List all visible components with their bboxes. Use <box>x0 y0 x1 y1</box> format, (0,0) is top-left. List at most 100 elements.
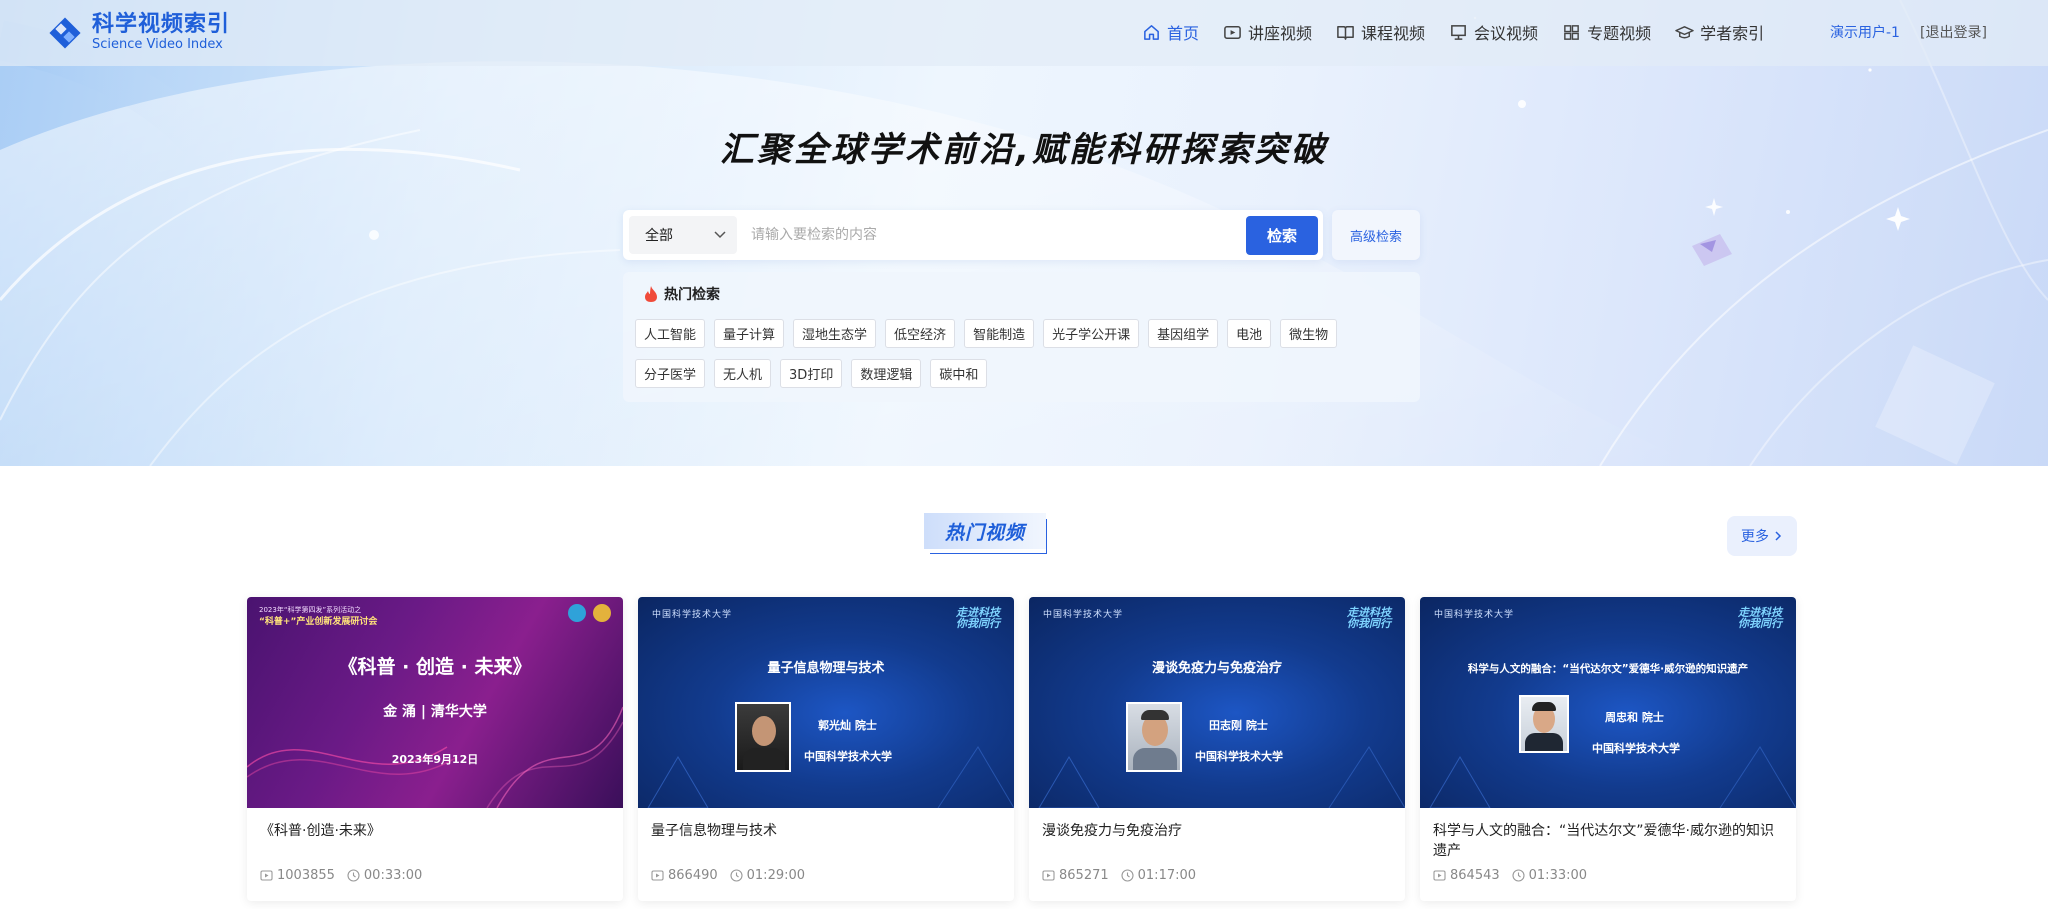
hot-tag[interactable]: 光子学公开课 <box>1043 319 1140 348</box>
current-user[interactable]: 演示用户-1 <box>1830 22 1900 42</box>
search-input[interactable] <box>751 218 1231 252</box>
thumb-badge: 走进科技 你我同行 <box>1738 607 1782 629</box>
logo-diamond-icon <box>49 17 81 49</box>
hot-tag[interactable]: 电池 <box>1227 319 1272 348</box>
nav-conference-label: 会议视频 <box>1474 24 1539 43</box>
thumb-speaker-org: 中国科学技术大学 <box>1195 750 1283 763</box>
hot-tags-row-2: 分子医学 无人机 3D打印 数理逻辑 碳中和 <box>635 359 996 388</box>
video-card[interactable]: 中国科学技术大学 走进科技 你我同行 漫谈免疫力与免疫治疗 田志刚 院士 中国科… <box>1029 597 1405 901</box>
hot-tag[interactable]: 低空经济 <box>885 319 956 348</box>
search-scope-select[interactable]: 全部 <box>629 216 737 254</box>
video-duration: 01:29:00 <box>746 868 806 883</box>
video-views: 866490 <box>668 868 718 883</box>
nav-scholar-label: 学者索引 <box>1700 24 1765 43</box>
more-label: 更多 <box>1741 529 1769 545</box>
thumb-badge: 走进科技 你我同行 <box>1347 607 1391 629</box>
video-thumbnail[interactable]: 2023年“科学第四发”系列活动之 “科普+”产业创新发展研讨会 《科普 · 创… <box>247 597 623 808</box>
nav-home-label: 首页 <box>1167 24 1200 43</box>
logo-title-cn: 科学视频索引 <box>92 12 231 37</box>
hot-tag[interactable]: 湿地生态学 <box>793 319 877 348</box>
hot-tag[interactable]: 量子计算 <box>714 319 785 348</box>
thumb-speaker-name: 周忠和 院士 <box>1605 711 1664 724</box>
hot-videos-title: 热门视频 <box>944 522 1025 544</box>
speaker-portrait <box>735 702 791 772</box>
nav-course-label: 课程视频 <box>1361 24 1426 43</box>
hot-search-title: 热门检索 <box>664 287 720 303</box>
nav-topic-videos[interactable]: 专题视频 <box>1562 20 1651 44</box>
thumb-event-line-2: “科普+”产业创新发展研讨会 <box>259 617 378 627</box>
nav-lecture-videos[interactable]: 讲座视频 <box>1223 20 1312 44</box>
speaker-portrait <box>1126 702 1182 772</box>
hot-tag[interactable]: 人工智能 <box>635 319 706 348</box>
hot-tag[interactable]: 分子医学 <box>635 359 706 388</box>
speaker-portrait <box>1519 695 1569 753</box>
hot-search-heading: 热门检索 <box>643 284 720 304</box>
nav-topic-label: 专题视频 <box>1587 24 1652 43</box>
logout-link[interactable]: [退出登录] <box>1920 22 1987 42</box>
video-meta: 865271 01:17:00 <box>1042 868 1196 883</box>
video-title[interactable]: 漫谈免疫力与免疫治疗 <box>1042 821 1394 841</box>
thumb-speaker-name: 郭光灿 院士 <box>818 719 877 732</box>
video-views: 864543 <box>1450 868 1500 883</box>
video-title[interactable]: 科学与人文的融合：“当代达尔文”爱德华·威尔逊的知识遗产 <box>1433 821 1785 861</box>
thumb-school: 中国科学技术大学 <box>652 610 733 620</box>
thumb-school: 中国科学技术大学 <box>1043 610 1124 620</box>
thumb-badge-line-2: 你我同行 <box>956 617 1000 630</box>
thumb-badge-line-2: 你我同行 <box>1347 617 1391 630</box>
hot-tags-row-1: 人工智能 量子计算 湿地生态学 低空经济 智能制造 光子学公开课 基因组学 电池… <box>635 319 1346 348</box>
video-card[interactable]: 中国科学技术大学 走进科技 你我同行 量子信息物理与技术 郭光灿 院士 中国科学… <box>638 597 1014 901</box>
nav-lecture-label: 讲座视频 <box>1248 24 1313 43</box>
video-duration: 01:33:00 <box>1528 868 1588 883</box>
nav-conference-videos[interactable]: 会议视频 <box>1449 20 1538 44</box>
hot-tag[interactable]: 数理逻辑 <box>851 359 922 388</box>
video-thumbnail[interactable]: 中国科学技术大学 走进科技 你我同行 量子信息物理与技术 郭光灿 院士 中国科学… <box>638 597 1014 808</box>
fire-icon <box>645 286 657 302</box>
hot-tag[interactable]: 微生物 <box>1280 319 1338 348</box>
book-icon <box>1337 25 1354 40</box>
thumb-speaker: 金 涌 | 清华大学 <box>383 704 487 720</box>
video-duration-wrap: 01:29:00 <box>730 868 805 883</box>
clock-icon <box>347 869 360 882</box>
more-videos-button[interactable]: 更多 <box>1727 516 1797 556</box>
thumb-speaker-name: 田志刚 院士 <box>1209 719 1268 732</box>
hot-tag[interactable]: 碳中和 <box>930 359 988 388</box>
hot-videos-heading: 热门视频 <box>924 513 1048 555</box>
video-thumbnail[interactable]: 中国科学技术大学 走进科技 你我同行 科学与人文的融合：“当代达尔文”爱德华·威… <box>1420 597 1796 808</box>
hot-tag[interactable]: 基因组学 <box>1148 319 1219 348</box>
video-card[interactable]: 中国科学技术大学 走进科技 你我同行 科学与人文的融合：“当代达尔文”爱德华·威… <box>1420 597 1796 901</box>
thumb-school: 中国科学技术大学 <box>1434 610 1515 620</box>
play-count-icon <box>1433 870 1446 881</box>
video-title[interactable]: 《科普·创造·未来》 <box>260 821 612 841</box>
thumb-badge: 走进科技 你我同行 <box>956 607 1000 629</box>
clock-icon <box>1512 869 1525 882</box>
chevron-right-icon <box>1775 531 1782 541</box>
video-thumbnail[interactable]: 中国科学技术大学 走进科技 你我同行 漫谈免疫力与免疫治疗 田志刚 院士 中国科… <box>1029 597 1405 808</box>
search-button[interactable]: 检索 <box>1246 216 1318 255</box>
thumb-speaker-org: 中国科学技术大学 <box>804 750 892 763</box>
hot-tag[interactable]: 无人机 <box>714 359 772 388</box>
nav-course-videos[interactable]: 课程视频 <box>1336 20 1425 44</box>
play-count-icon <box>260 870 273 881</box>
advanced-search-button[interactable]: 高级检索 <box>1332 210 1420 260</box>
video-card[interactable]: 2023年“科学第四发”系列活动之 “科普+”产业创新发展研讨会 《科普 · 创… <box>247 597 623 901</box>
main-nav: 首页 讲座视频 课程视频 会议视频 专题视频 学者索引 <box>1142 19 1788 45</box>
video-title[interactable]: 量子信息物理与技术 <box>651 821 1003 841</box>
top-header: 科学视频索引 Science Video Index 首页 讲座视频 课程视频 … <box>0 0 2048 66</box>
site-logo[interactable]: 科学视频索引 Science Video Index <box>46 13 230 53</box>
presentation-icon <box>1451 24 1466 40</box>
play-count-icon <box>651 870 664 881</box>
hot-tag[interactable]: 3D打印 <box>780 359 843 388</box>
nav-home[interactable]: 首页 <box>1142 20 1199 44</box>
search-bar: 全部 检索 <box>623 210 1323 260</box>
nav-scholar-index[interactable]: 学者索引 <box>1675 20 1764 44</box>
hot-tag[interactable]: 智能制造 <box>964 319 1035 348</box>
video-views: 1003855 <box>277 868 335 883</box>
graduation-cap-icon <box>1675 25 1694 38</box>
thumb-main-title: 科学与人文的融合：“当代达尔文”爱德华·威尔逊的知识遗产 <box>1467 663 1749 675</box>
logo-title-en: Science Video Index <box>92 37 223 52</box>
thumb-badge-line-2: 你我同行 <box>1738 617 1782 630</box>
thumb-speaker-org: 中国科学技术大学 <box>1592 742 1680 755</box>
search-scope-value: 全部 <box>645 228 673 244</box>
video-views: 865271 <box>1059 868 1109 883</box>
video-duration-wrap: 00:33:00 <box>347 868 422 883</box>
